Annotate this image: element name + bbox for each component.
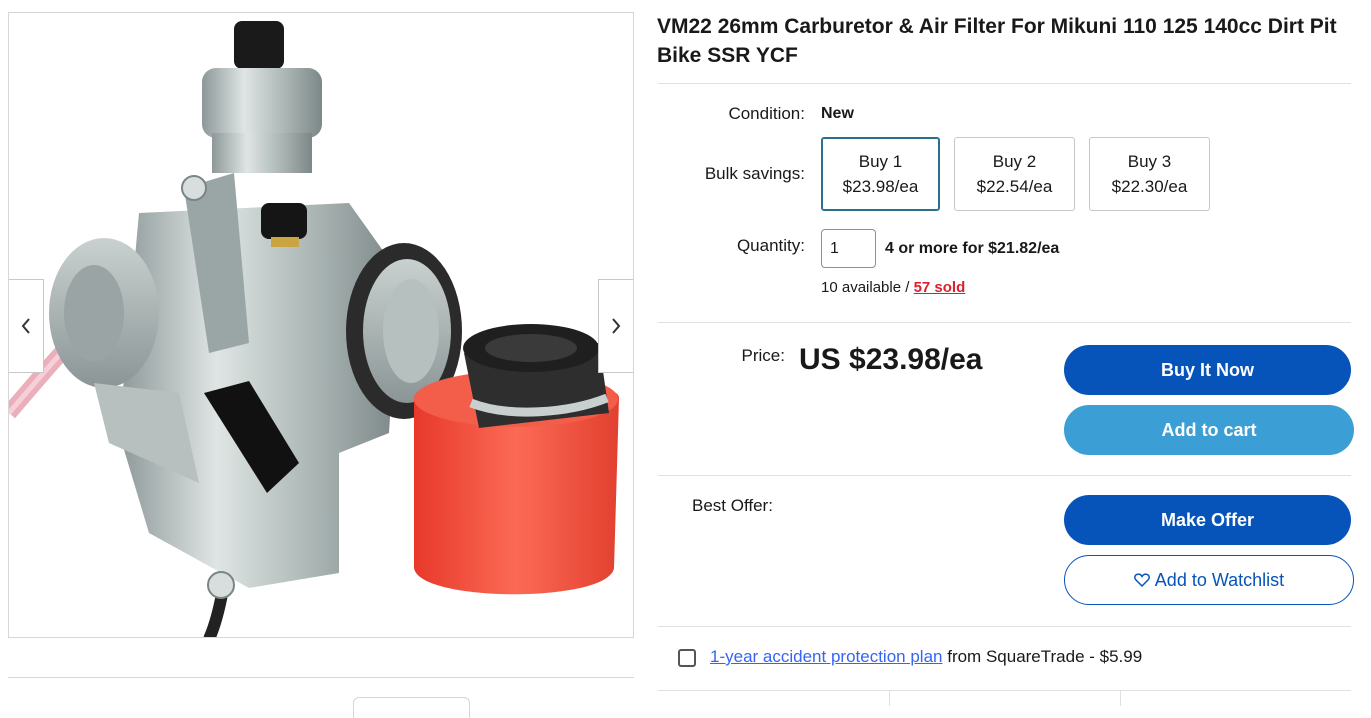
price-value: US $23.98/ea xyxy=(799,343,983,376)
bulk-option-buy-1[interactable]: Buy 1 $23.98/ea xyxy=(821,137,940,211)
column-divider xyxy=(1120,690,1121,706)
bulk-option-price: $22.30/ea xyxy=(1111,177,1188,196)
price-label: Price: xyxy=(741,346,785,365)
previous-image-button[interactable] xyxy=(9,279,44,373)
bulk-savings-label: Bulk savings: xyxy=(704,164,805,183)
divider xyxy=(658,83,1351,84)
thumbnail-tab[interactable] xyxy=(353,697,470,718)
quantity-label: Quantity: xyxy=(736,236,805,255)
bulk-option-price: $22.54/ea xyxy=(976,177,1053,196)
bulk-option-buy-3[interactable]: Buy 3 $22.30/ea xyxy=(1089,137,1210,211)
product-photo xyxy=(9,21,619,637)
column-divider xyxy=(889,690,890,706)
divider xyxy=(658,690,1351,691)
add-to-watchlist-button[interactable]: Add to Watchlist xyxy=(1064,555,1354,605)
condition-value: New xyxy=(821,105,854,122)
chevron-left-icon xyxy=(21,318,30,334)
product-title: VM22 26mm Carburetor & Air Filter For Mi… xyxy=(657,15,1337,67)
protection-plan-row: 1-year accident protection plan from Squ… xyxy=(710,647,1142,667)
chevron-right-icon xyxy=(612,318,621,334)
heart-icon xyxy=(1133,573,1150,587)
protection-plan-checkbox[interactable] xyxy=(678,649,696,667)
make-offer-button[interactable]: Make Offer xyxy=(1064,495,1351,545)
bulk-option-buy-2[interactable]: Buy 2 $22.54/ea xyxy=(954,137,1075,211)
sold-count-link[interactable]: 57 sold xyxy=(914,279,966,296)
product-image-gallery[interactable] xyxy=(8,12,634,638)
bulk-option-qty: Buy 1 xyxy=(858,152,903,171)
watchlist-label: Add to Watchlist xyxy=(1154,569,1285,590)
available-count: 10 available / xyxy=(821,279,910,296)
gallery-divider xyxy=(8,677,634,678)
divider xyxy=(658,322,1351,323)
protection-plan-link[interactable]: 1-year accident protection plan xyxy=(710,647,942,666)
quantity-deal: 4 or more for $21.82/ea xyxy=(885,240,1060,257)
bulk-option-price: $23.98/ea xyxy=(842,177,919,196)
buy-it-now-button[interactable]: Buy It Now xyxy=(1064,345,1351,395)
protection-plan-text: from SquareTrade - $5.99 xyxy=(947,647,1143,666)
condition-label: Condition: xyxy=(728,104,805,123)
quantity-input[interactable] xyxy=(821,229,876,268)
divider xyxy=(658,475,1351,476)
bulk-option-qty: Buy 3 xyxy=(1127,152,1172,171)
divider xyxy=(658,626,1351,627)
bulk-option-qty: Buy 2 xyxy=(992,152,1037,171)
next-image-button[interactable] xyxy=(598,279,633,373)
availability: 10 available / 57 sold xyxy=(821,279,965,296)
best-offer-label: Best Offer: xyxy=(692,496,773,515)
add-to-cart-button[interactable]: Add to cart xyxy=(1064,405,1354,455)
